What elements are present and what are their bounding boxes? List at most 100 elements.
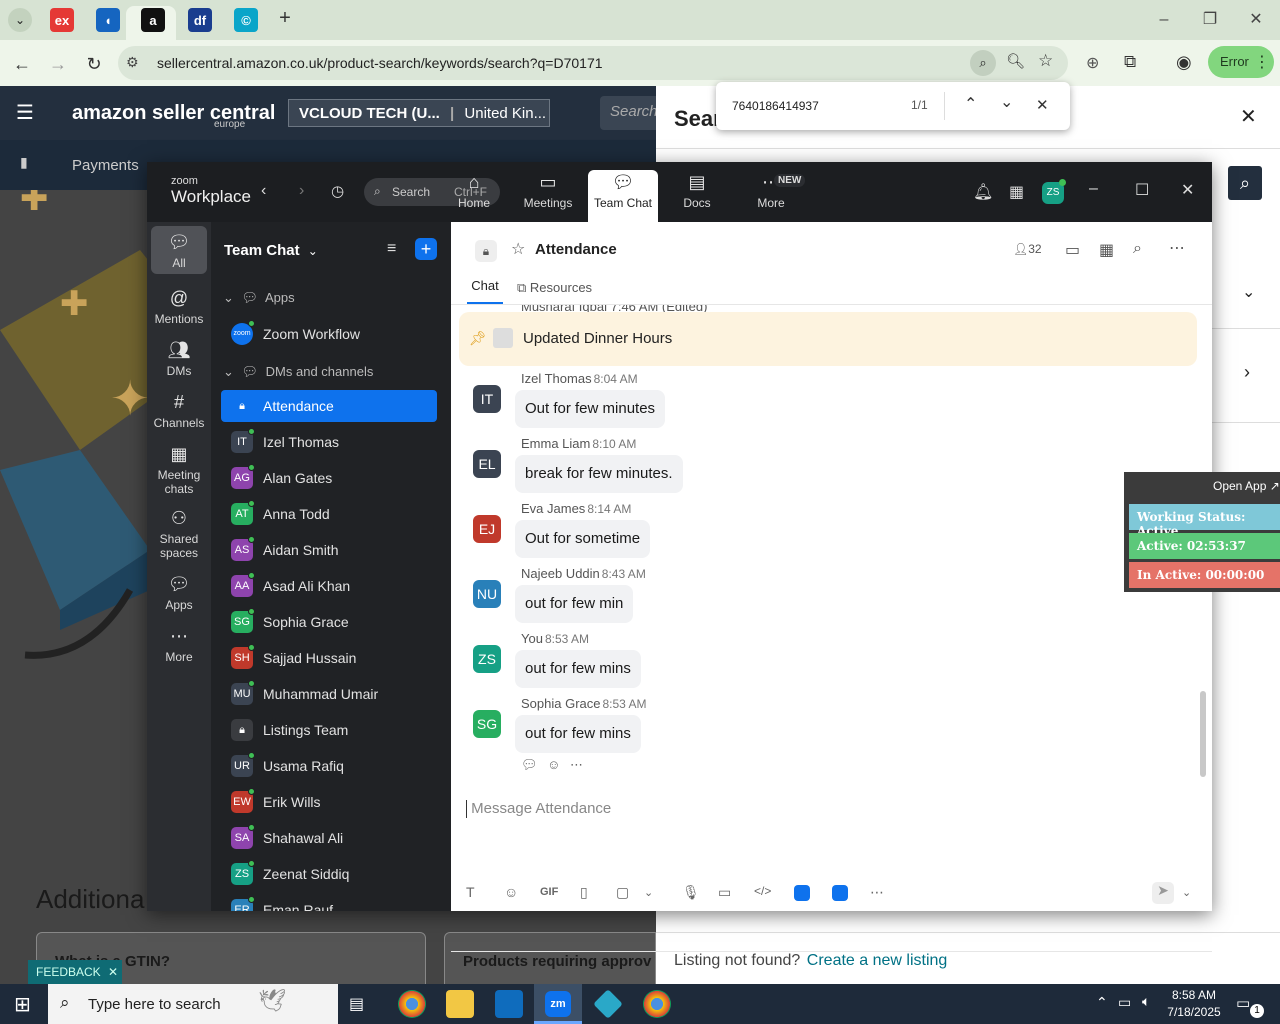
- scrollbar-thumb[interactable]: [1200, 691, 1206, 777]
- compose-area[interactable]: [451, 952, 1212, 953]
- blue-tab-icon[interactable]: ◖: [96, 8, 120, 32]
- chat-message[interactable]: SG Sophia Grace 8:53 AM out for few mins: [471, 696, 1171, 758]
- list-item[interactable]: ZS Zeenat Siddiq: [221, 858, 437, 890]
- restore-window-button[interactable]: ❐: [1200, 10, 1220, 30]
- sender-name[interactable]: Najeeb Uddin: [521, 566, 600, 581]
- new-chat-button[interactable]: +: [415, 238, 437, 260]
- list-item-zoom-workflow[interactable]: zoom Zoom Workflow: [221, 318, 437, 350]
- new-tab-button[interactable]: +: [274, 8, 296, 30]
- sender-name[interactable]: Sophia Grace: [521, 696, 601, 711]
- notification-center-button[interactable]: ▭ 1: [1236, 994, 1264, 1018]
- message-input[interactable]: Message Attendance: [466, 800, 1186, 830]
- search-icon[interactable]: ⌕: [1133, 240, 1142, 258]
- app-shortcut-icon[interactable]: [794, 885, 810, 901]
- app-shortcut-icon[interactable]: [832, 885, 848, 901]
- feedback-tab[interactable]: FEEDBACK ✕: [28, 960, 122, 984]
- tab-search-button[interactable]: ⌄: [8, 8, 32, 32]
- chevron-down-icon[interactable]: ⌄: [1182, 886, 1191, 899]
- bookmark-icon[interactable]: ▮: [20, 154, 28, 171]
- nav-home[interactable]: ⌂ Home: [439, 172, 509, 210]
- sender-name[interactable]: Eva James: [521, 501, 585, 516]
- star-icon[interactable]: ☆: [511, 239, 525, 259]
- list-item[interactable]: ER Eman Rauf: [221, 894, 437, 911]
- find-close-icon[interactable]: ✕: [1036, 96, 1049, 114]
- task-view-icon[interactable]: ▤: [349, 994, 364, 1014]
- nav-payments[interactable]: Payments: [72, 157, 139, 174]
- rail-mentions[interactable]: @ Mentions: [151, 288, 207, 326]
- create-listing-link[interactable]: Create a new listing: [807, 952, 948, 969]
- list-item[interactable]: AT Anna Todd: [221, 498, 437, 530]
- more-tools-icon[interactable]: ⋯: [870, 884, 884, 901]
- list-item[interactable]: IT Izel Thomas: [221, 426, 437, 458]
- find-query-input[interactable]: 7640186414937: [732, 99, 819, 113]
- tab-resources[interactable]: ⧉ Resources: [517, 280, 592, 296]
- members-button[interactable]: 👤︎32: [1013, 242, 1042, 256]
- seller-search-box[interactable]: Search: [600, 96, 658, 130]
- notification-bell-icon[interactable]: 🔔︎: [973, 182, 993, 202]
- seller-central-logo[interactable]: amazon seller central europe: [72, 99, 275, 130]
- nav-meetings[interactable]: ▭ Meetings: [513, 172, 583, 210]
- apps-section-header[interactable]: ⌄ 💬︎ Apps: [223, 290, 295, 306]
- pinned-message-bar[interactable]: 📌︎ Updated Dinner Hours: [459, 312, 1197, 366]
- chat-message[interactable]: NU Najeeb Uddin 8:43 AM out for few min: [471, 566, 1171, 628]
- outlook-icon[interactable]: [495, 990, 523, 1018]
- back-icon[interactable]: ←: [10, 52, 34, 76]
- filter-icon[interactable]: ≡: [387, 240, 396, 258]
- rail-apps[interactable]: 💬︎ Apps: [151, 574, 207, 612]
- find-next-icon[interactable]: ⌄: [1000, 92, 1013, 112]
- chrome-icon[interactable]: [398, 990, 426, 1018]
- taskbar-clock[interactable]: 8:58 AM 7/18/2025: [1164, 987, 1224, 1021]
- dms-section-header[interactable]: ⌄ 💬︎ DMs and channels: [223, 364, 373, 380]
- emoji-reaction-icon[interactable]: ☺: [547, 757, 560, 772]
- file-icon[interactable]: ▯: [580, 884, 588, 901]
- close-feedback-icon[interactable]: ✕: [108, 965, 118, 979]
- chat-message[interactable]: ZS You 8:53 AM out for few mins: [471, 631, 1171, 693]
- screenshot-icon[interactable]: ▢: [616, 884, 629, 901]
- network-icon[interactable]: ▭: [1118, 994, 1131, 1011]
- reload-icon[interactable]: ↻: [82, 52, 106, 76]
- avatar[interactable]: ZS: [473, 645, 501, 673]
- file-explorer-icon[interactable]: [446, 990, 474, 1018]
- sender-name[interactable]: Izel Thomas: [521, 371, 592, 386]
- video-message-icon[interactable]: ▭: [718, 884, 731, 901]
- rail-all[interactable]: 💬︎ All: [151, 226, 207, 274]
- zoom-back-icon[interactable]: ‹: [261, 182, 266, 200]
- amazon-tab-icon[interactable]: a: [141, 8, 165, 32]
- calendar-icon[interactable]: ▦: [1099, 240, 1114, 260]
- list-item[interactable]: AS Aidan Smith: [221, 534, 437, 566]
- hamburger-icon[interactable]: ☰: [16, 100, 34, 125]
- zoom-icon[interactable]: 🔍︎: [1006, 52, 1025, 70]
- find-previous-icon[interactable]: ⌃: [964, 94, 977, 114]
- user-avatar[interactable]: ZS: [1042, 179, 1066, 204]
- list-item[interactable]: UR Usama Rafiq: [221, 750, 437, 782]
- more-options-icon[interactable]: ⋯: [1169, 238, 1185, 258]
- translate-icon[interactable]: ⊕: [1086, 53, 1099, 73]
- bookmark-star-icon[interactable]: ☆: [1038, 51, 1053, 71]
- chevron-right-icon[interactable]: ›: [1244, 362, 1250, 383]
- ex-tab-icon[interactable]: ex: [50, 8, 74, 32]
- avatar[interactable]: NU: [473, 580, 501, 608]
- gif-icon[interactable]: GIF: [540, 886, 558, 898]
- page-search-icon[interactable]: ⌕: [970, 50, 996, 76]
- reply-icon[interactable]: 💬︎: [521, 757, 538, 772]
- send-icon[interactable]: ➤: [1152, 882, 1174, 904]
- c-tab-icon[interactable]: ©: [234, 8, 258, 32]
- chevron-down-icon[interactable]: ⌄: [644, 886, 653, 899]
- video-icon[interactable]: ▭: [1065, 240, 1080, 260]
- nav-docs[interactable]: ▤ Docs: [662, 172, 732, 210]
- list-item[interactable]: MU Muhammad Umair: [221, 678, 437, 710]
- close-window-button[interactable]: ✕: [1246, 10, 1266, 30]
- avatar[interactable]: EL: [473, 450, 501, 478]
- profile-error-button[interactable]: Error ⋮: [1208, 46, 1274, 78]
- nav-team-chat[interactable]: 💬︎ Team Chat: [588, 170, 658, 222]
- tray-chevron-icon[interactable]: ⌃: [1096, 994, 1108, 1011]
- forward-icon[interactable]: →: [46, 52, 70, 76]
- close-panel-icon[interactable]: ✕: [1240, 104, 1257, 129]
- zoom-taskbar-app[interactable]: zm: [534, 984, 582, 1024]
- emoji-icon[interactable]: ☺: [504, 884, 518, 900]
- df-tab-icon[interactable]: df: [188, 8, 212, 32]
- rail-channels[interactable]: # Channels: [151, 392, 207, 430]
- site-info-icon[interactable]: ⚙: [126, 54, 139, 71]
- chat-message[interactable]: EJ Eva James 8:14 AM Out for sometime: [471, 501, 1171, 563]
- kebab-menu-icon[interactable]: ⋮: [1254, 52, 1270, 72]
